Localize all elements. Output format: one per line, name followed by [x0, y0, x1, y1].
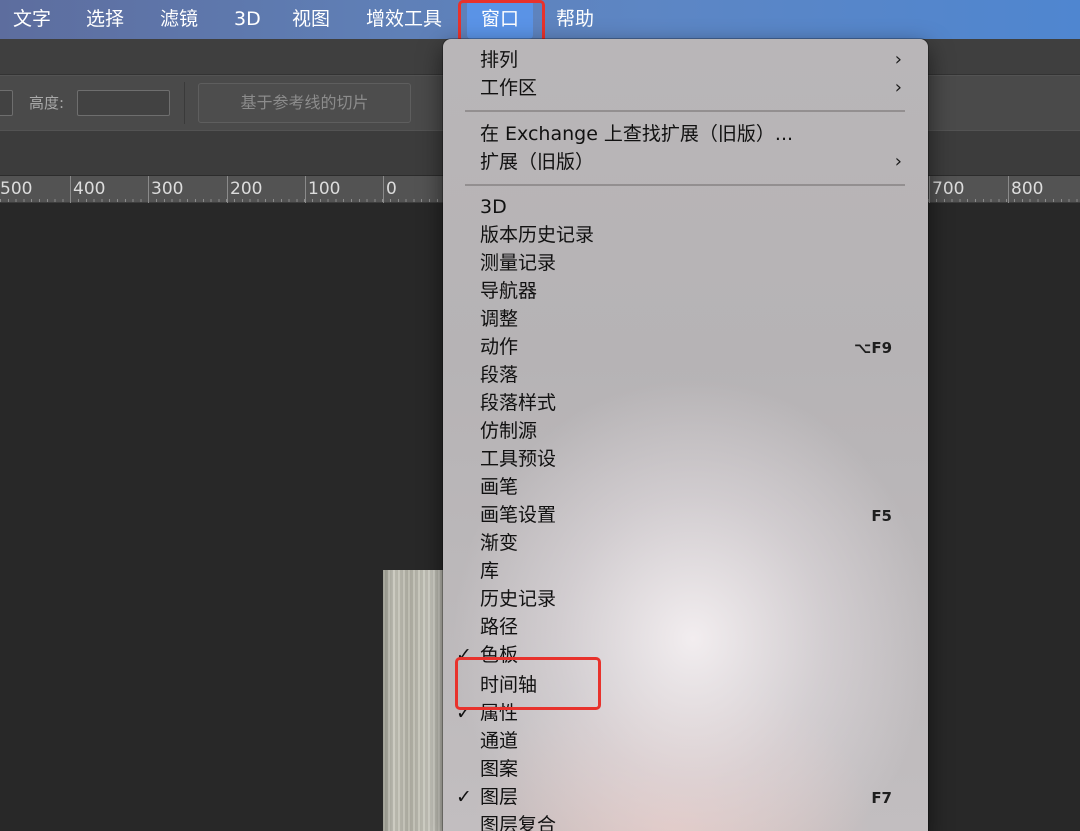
menu-item-label: 扩展（旧版） — [480, 151, 595, 173]
height-field[interactable] — [77, 90, 170, 116]
menu-item-label: 画笔设置 — [480, 504, 557, 526]
checkmark-icon: ✓ — [456, 702, 472, 724]
width-field[interactable] — [0, 90, 13, 116]
menu-item-history[interactable]: 历史记录 — [443, 585, 928, 613]
menu-item-workspace[interactable]: 工作区 › — [443, 74, 928, 102]
menu-item-channels[interactable]: 通道 — [443, 727, 928, 755]
checkmark-icon: ✓ — [456, 644, 472, 666]
menu-item-label: 动作 — [480, 336, 519, 358]
menu-item-gradients[interactable]: 渐变 — [443, 529, 928, 557]
menu-item-clone-source[interactable]: 仿制源 — [443, 417, 928, 445]
menu-item-brushes[interactable]: 画笔 — [443, 473, 928, 501]
menu-item-label: 在 Exchange 上查找扩展（旧版）... — [480, 123, 794, 145]
menu-item-label: 渐变 — [480, 532, 519, 554]
menu-item-paragraph[interactable]: 段落 — [443, 361, 928, 389]
menu-item-label: 排列 — [480, 49, 519, 71]
chevron-right-icon: › — [894, 49, 902, 70]
menu-item-label: 段落 — [480, 364, 519, 386]
menu-help[interactable]: 帮助 — [556, 0, 594, 39]
menu-type[interactable]: 文字 — [13, 0, 51, 39]
menu-item-adjustments[interactable]: 调整 — [443, 305, 928, 333]
menu-filter[interactable]: 滤镜 — [160, 0, 198, 39]
ruler-label-0: 0 — [386, 179, 397, 199]
menu-item-label: 仿制源 — [480, 420, 538, 442]
menu-item-brush-settings[interactable]: 画笔设置 F5 — [443, 501, 928, 529]
ruler-label-200: 200 — [230, 179, 263, 199]
menu-3d[interactable]: 3D — [234, 0, 261, 39]
slices-from-guides-button[interactable]: 基于参考线的切片 — [198, 83, 411, 123]
ruler-tick — [305, 176, 306, 203]
menu-item-actions[interactable]: 动作 ⌥F9 — [443, 333, 928, 361]
chevron-right-icon: › — [894, 151, 902, 172]
menu-item-tool-presets[interactable]: 工具预设 — [443, 445, 928, 473]
menu-item-label: 测量记录 — [480, 252, 557, 274]
ruler-label-100: 100 — [308, 179, 341, 199]
menu-item-3d[interactable]: 3D — [443, 193, 928, 221]
menu-item-label: 通道 — [480, 730, 519, 752]
ruler-tick — [929, 176, 930, 203]
menu-item-label: 图层 — [480, 786, 519, 808]
menu-item-arrange[interactable]: 排列 › — [443, 46, 928, 74]
ruler-label-700: 700 — [932, 179, 965, 199]
menu-item-label: 库 — [480, 560, 500, 582]
height-label: 高度: — [29, 94, 65, 112]
menu-item-version-history[interactable]: 版本历史记录 — [443, 221, 928, 249]
menu-item-label: 段落样式 — [480, 392, 557, 414]
shortcut-label: F5 — [871, 507, 892, 525]
menu-item-extensions[interactable]: 扩展（旧版） › — [443, 148, 928, 176]
chevron-right-icon: › — [894, 77, 902, 98]
menu-item-paths[interactable]: 路径 — [443, 613, 928, 641]
ruler-tick — [383, 176, 384, 203]
menu-plugins[interactable]: 增效工具 — [366, 0, 442, 39]
menu-item-layer-comps[interactable]: 图层复合 — [443, 811, 928, 831]
menu-item-label: 工具预设 — [480, 448, 557, 470]
menu-item-properties[interactable]: ✓ 属性 — [443, 699, 928, 727]
options-divider — [184, 82, 185, 124]
menu-view[interactable]: 视图 — [292, 0, 330, 39]
menu-item-paragraph-styles[interactable]: 段落样式 — [443, 389, 928, 417]
menu-item-label: 色板 — [480, 644, 519, 666]
menu-window[interactable]: 窗口 — [467, 0, 534, 39]
menu-item-label: 调整 — [480, 308, 519, 330]
menu-item-label: 属性 — [480, 702, 519, 724]
photoshop-window: 文字 选择 滤镜 3D 视图 增效工具 窗口 帮助 高度: 基于参考线的切片 5… — [0, 0, 1080, 831]
menu-item-swatches[interactable]: ✓ 色板 — [443, 641, 928, 669]
menu-item-patterns[interactable]: 图案 — [443, 755, 928, 783]
ruler-tick — [70, 176, 71, 203]
menu-item-find-extensions[interactable]: 在 Exchange 上查找扩展（旧版）... — [443, 120, 928, 148]
menu-item-label: 3D — [480, 196, 507, 218]
menu-item-label: 画笔 — [480, 476, 519, 498]
ruler-label-500: 500 — [0, 179, 33, 199]
menu-item-label: 版本历史记录 — [480, 224, 595, 246]
menu-item-navigator[interactable]: 导航器 — [443, 277, 928, 305]
checkmark-icon: ✓ — [456, 786, 472, 808]
window-menu-dropdown: 排列 › 工作区 › 在 Exchange 上查找扩展（旧版）... 扩展（旧版… — [443, 39, 928, 831]
ruler-label-400: 400 — [73, 179, 106, 199]
menu-item-timeline[interactable]: 时间轴 — [443, 671, 928, 699]
menu-item-label: 路径 — [480, 616, 519, 638]
ruler-label-800: 800 — [1011, 179, 1044, 199]
menu-item-label: 导航器 — [480, 280, 538, 302]
shortcut-label: F7 — [871, 789, 892, 807]
ruler-label-300: 300 — [151, 179, 184, 199]
menu-item-label: 图案 — [480, 758, 519, 780]
menu-separator — [465, 110, 905, 112]
menu-select[interactable]: 选择 — [86, 0, 124, 39]
menu-item-measurement-log[interactable]: 测量记录 — [443, 249, 928, 277]
menu-item-label: 历史记录 — [480, 588, 557, 610]
menu-separator — [465, 184, 905, 186]
ruler-tick — [148, 176, 149, 203]
shortcut-label: ⌥F9 — [854, 339, 892, 357]
menu-item-label: 图层复合 — [480, 814, 557, 831]
menu-bar: 文字 选择 滤镜 3D 视图 增效工具 窗口 帮助 — [0, 0, 1080, 39]
menu-item-label: 工作区 — [480, 77, 538, 99]
ruler-tick — [1008, 176, 1009, 203]
menu-item-libraries[interactable]: 库 — [443, 557, 928, 585]
ruler-tick — [227, 176, 228, 203]
menu-item-label: 时间轴 — [480, 674, 538, 696]
menu-item-layers[interactable]: ✓ 图层 F7 — [443, 783, 928, 811]
